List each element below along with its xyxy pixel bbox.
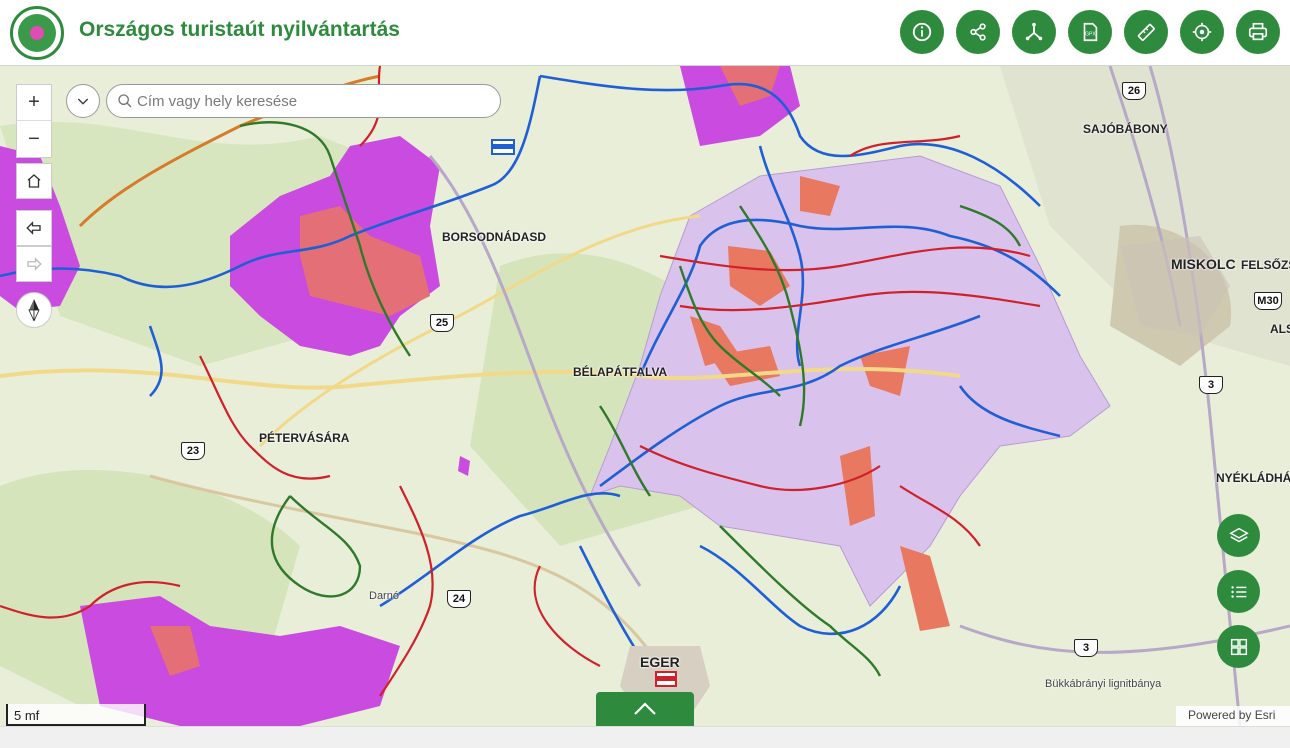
layers-icon <box>1228 527 1249 542</box>
chevron-up-icon <box>634 702 656 715</box>
zoom-out-button[interactable]: − <box>17 121 51 157</box>
logo <box>10 6 64 60</box>
road-shield: 26 <box>1122 82 1146 100</box>
search-placeholder: Cím vagy hely keresése <box>137 92 298 110</box>
locate-button[interactable] <box>1180 10 1224 54</box>
place-label: BÉLAPÁTFALVA <box>573 365 668 379</box>
bottom-bar <box>0 726 1290 748</box>
home-button[interactable] <box>16 163 52 199</box>
place-label: PÉTERVÁSÁRA <box>259 431 350 445</box>
place-label: Darnó <box>369 590 399 602</box>
place-label: NYÉKLÁDHÁZ <box>1216 471 1290 485</box>
gpx-file-icon: GPX <box>1083 22 1098 42</box>
scale-bar: 5 mf <box>6 704 146 726</box>
info-button[interactable] <box>900 10 944 54</box>
basemap-gallery-button[interactable] <box>1217 625 1260 668</box>
previous-extent-button[interactable] <box>16 210 52 246</box>
route-network-button[interactable] <box>1012 10 1056 54</box>
list-icon <box>1230 585 1246 598</box>
map-view[interactable]: SAJÓBÁBONY BORSODNÁDASD MISKOLC FELSŐZS … <box>0 66 1290 726</box>
layers-button[interactable] <box>1217 514 1260 557</box>
logo-emblem <box>18 14 56 52</box>
share-button[interactable] <box>956 10 1000 54</box>
search-input[interactable]: Cím vagy hely keresése <box>106 84 501 118</box>
place-label: FELSŐZS <box>1241 258 1290 272</box>
place-label: MISKOLC <box>1171 256 1236 272</box>
legend-button[interactable] <box>1217 570 1260 613</box>
gpx-button[interactable]: GPX <box>1068 10 1112 54</box>
place-label: EGER <box>640 654 680 670</box>
route-network-icon <box>1025 22 1043 41</box>
place-label: Bükkábrányi lignitbánya <box>1045 678 1162 690</box>
road-shield: 3 <box>1199 376 1223 394</box>
zoom-controls: + − <box>16 84 52 158</box>
svg-text:GPX: GPX <box>1085 32 1096 38</box>
next-extent-button[interactable] <box>16 246 52 282</box>
place-label: ALS <box>1270 322 1290 336</box>
page-title: Országos turistaút nyilvántartás <box>79 18 400 41</box>
expand-panel-button[interactable] <box>596 692 694 726</box>
home-icon <box>27 174 41 188</box>
locate-icon <box>1192 22 1212 42</box>
compass-icon <box>28 299 40 322</box>
print-button[interactable] <box>1236 10 1280 54</box>
road-shield: 25 <box>430 314 454 332</box>
search-icon <box>118 94 132 108</box>
place-label: SAJÓBÁBONY <box>1083 122 1168 136</box>
search-options-button[interactable] <box>66 84 100 118</box>
info-icon <box>912 22 932 42</box>
esri-attribution[interactable]: Powered by Esri <box>1176 706 1290 726</box>
compass-button[interactable] <box>16 292 52 328</box>
road-shield: M30 <box>1254 292 1282 310</box>
road-shield: 23 <box>181 442 205 460</box>
ruler-icon <box>1137 23 1155 41</box>
print-icon <box>1248 22 1268 41</box>
chevron-down-icon <box>77 98 89 105</box>
place-label: BORSODNÁDASD <box>442 230 547 244</box>
road-shield: 24 <box>447 590 471 608</box>
app-header: Országos turistaút nyilvántartás GPX <box>0 0 1290 66</box>
arrow-right-icon <box>27 257 42 271</box>
measure-button[interactable] <box>1124 10 1168 54</box>
map-canvas[interactable] <box>0 66 1290 726</box>
zoom-in-button[interactable]: + <box>17 85 51 121</box>
arrow-left-icon <box>26 221 41 235</box>
share-icon <box>970 23 986 41</box>
road-shield: 3 <box>1074 639 1098 657</box>
grid-icon <box>1230 638 1247 655</box>
